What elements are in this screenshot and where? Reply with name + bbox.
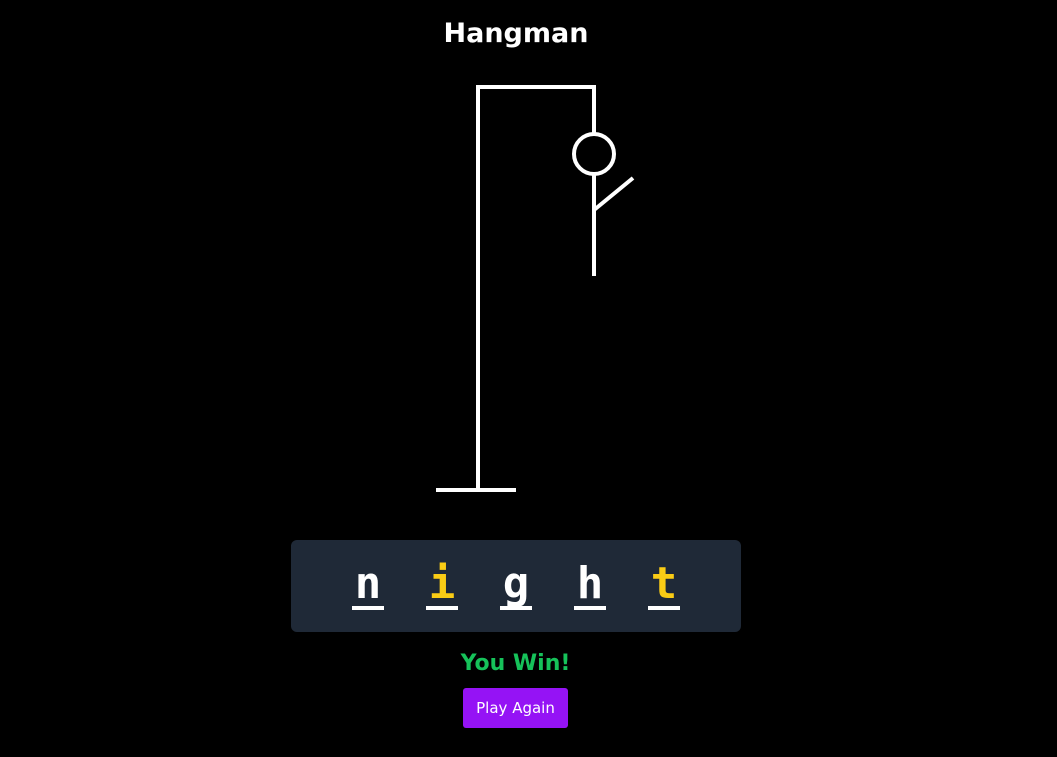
play-again-button[interactable]: Play Again — [463, 688, 568, 728]
word-letter: g — [500, 558, 532, 614]
result-message: You Win! — [460, 651, 571, 676]
word-letter: t — [648, 558, 680, 614]
hangman-drawing — [436, 85, 635, 492]
figure-head — [572, 132, 616, 176]
figure-right-arm — [592, 176, 635, 212]
word-display: n i g h t — [291, 540, 741, 632]
word-letter: n — [352, 558, 384, 614]
word-letter: h — [574, 558, 606, 614]
word-letter: i — [426, 558, 458, 614]
